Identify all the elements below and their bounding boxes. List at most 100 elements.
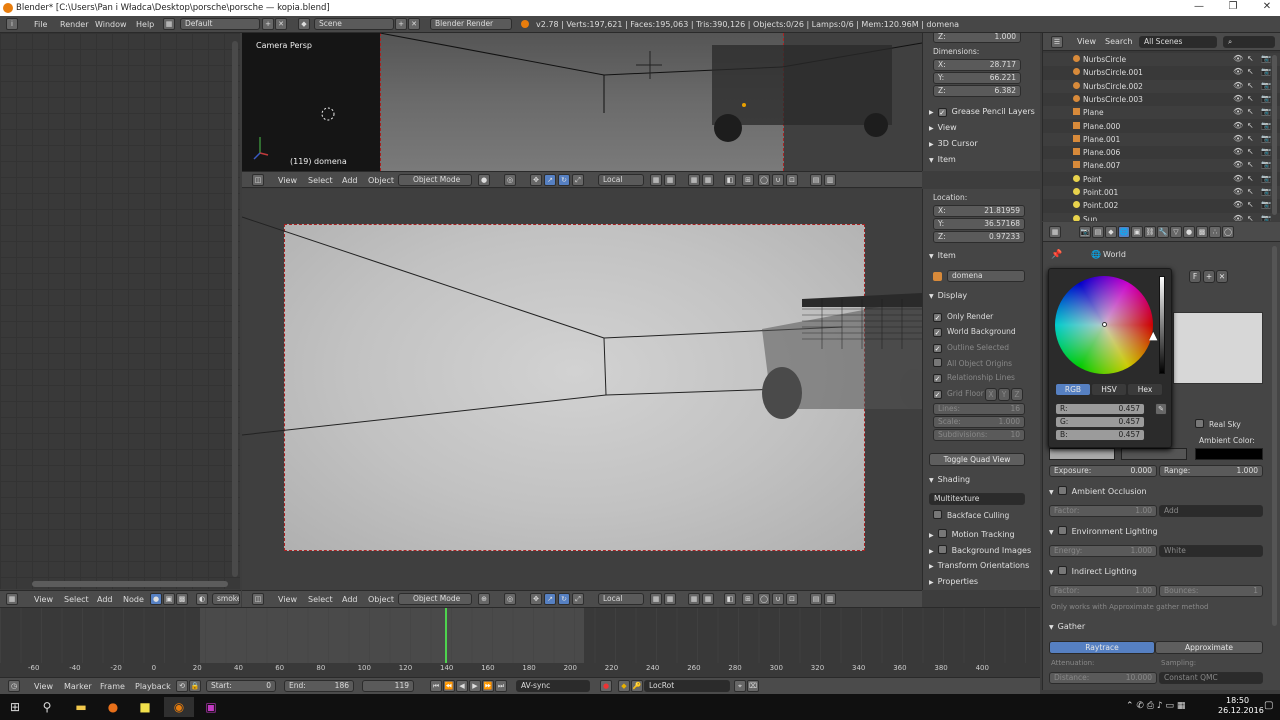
minimize-button[interactable]: — — [1192, 1, 1206, 15]
world-tab-icon[interactable]: 🌐 — [1118, 226, 1130, 238]
layout-icon[interactable]: ▦ — [163, 18, 175, 30]
env-energy-field[interactable]: Energy: 1.000 — [1049, 545, 1157, 557]
manipulator-icon[interactable]: ✥ — [530, 593, 542, 605]
editor-type-icon[interactable]: ◷ — [8, 680, 20, 692]
proportional-icon[interactable]: ◯ — [758, 174, 770, 186]
start-frame-field[interactable]: Start: 0 — [206, 680, 276, 692]
ind-factor-field[interactable]: Factor: 1.00 — [1049, 585, 1157, 597]
tray-icons[interactable]: ⌃ ✆ ⎙ ♪ ▭ ▦ — [1126, 701, 1185, 711]
layers-icon-4[interactable]: ▦ — [702, 593, 714, 605]
location-z-field[interactable]: Z: 0.97233 — [933, 231, 1025, 243]
selectable-icon[interactable]: ↖ — [1247, 147, 1254, 156]
outliner-row[interactable]: Plane.000 👁 ↖ 📷 — [1043, 120, 1280, 133]
snap-icon[interactable]: ⊞ — [742, 174, 754, 186]
editor-type-icon[interactable]: ▦ — [6, 593, 18, 605]
visibility-eye-icon[interactable]: 👁 — [1233, 54, 1243, 63]
particles-tab-icon[interactable]: ∴ — [1209, 226, 1221, 238]
fake-user-button[interactable]: F — [1189, 270, 1201, 283]
visibility-eye-icon[interactable]: 👁 — [1233, 160, 1243, 169]
render-layer-icon[interactable]: ◧ — [724, 593, 736, 605]
outliner-row[interactable]: NurbsCircle 👁 ↖ 📷 — [1043, 53, 1280, 66]
menu-view[interactable]: View — [34, 595, 53, 604]
dimension-z-field[interactable]: Z: 6.382 — [933, 85, 1021, 97]
material-field[interactable]: smoke — [212, 593, 240, 605]
picker-mode-rgb[interactable]: RGB — [1055, 383, 1091, 396]
play-icon[interactable]: ▶ — [469, 680, 481, 692]
play-reverse-icon[interactable]: ◀ — [456, 680, 468, 692]
section-indirect-lighting[interactable]: ▼ Indirect Lighting — [1049, 566, 1137, 576]
menu-select[interactable]: Select — [308, 595, 333, 604]
editor-type-icon[interactable]: ▦ — [1049, 226, 1061, 238]
picker-mode-hsv[interactable]: HSV — [1091, 383, 1127, 396]
backface-culling-checkbox[interactable]: Backface Culling — [933, 510, 1009, 520]
renderable-icon[interactable]: 📷 — [1261, 160, 1271, 169]
sync-select[interactable]: AV-sync — [516, 680, 590, 692]
opengl-render-icon[interactable]: ▤ — [810, 174, 822, 186]
section-transform-orientations[interactable]: ▶ Transform Orientations — [929, 561, 1029, 570]
menu-search[interactable]: Search — [1105, 37, 1132, 46]
selectable-icon[interactable]: ↖ — [1247, 121, 1254, 130]
editor-type-icon[interactable]: ◫ — [252, 593, 264, 605]
visibility-eye-icon[interactable]: 👁 — [1233, 94, 1243, 103]
outliner-row[interactable]: Plane.007 👁 ↖ 📷 — [1043, 159, 1280, 173]
viewport-camera[interactable]: Camera Persp (119) domena — [242, 33, 922, 171]
opengl-anim-icon[interactable]: ▥ — [824, 593, 836, 605]
selectable-icon[interactable]: ↖ — [1247, 81, 1254, 90]
selectable-icon[interactable]: ↖ — [1247, 94, 1254, 103]
keying-set-select[interactable]: LocRot — [644, 680, 730, 692]
editor-type-icon[interactable]: ◫ — [252, 174, 264, 186]
orientation-select[interactable]: Local — [598, 593, 644, 605]
clock-time[interactable]: 18:50 — [1226, 696, 1249, 705]
viewport-main[interactable] — [242, 189, 922, 590]
search-input[interactable]: ⌕ — [1223, 36, 1275, 48]
outliner-scrollbar[interactable] — [1272, 55, 1277, 215]
rotate-icon[interactable]: ↻ — [558, 593, 570, 605]
menu-add[interactable]: Add — [342, 176, 358, 185]
scene-add-icon[interactable]: + — [395, 18, 407, 30]
visibility-eye-icon[interactable]: 👁 — [1233, 67, 1243, 76]
snap-icon[interactable]: ⊞ — [742, 593, 754, 605]
shading-icon[interactable]: ● — [478, 174, 490, 186]
time-lock-icon[interactable]: 🔒 — [189, 680, 201, 692]
menu-add[interactable]: Add — [342, 595, 358, 604]
only-render-checkbox[interactable]: ✓ Only Render — [933, 312, 993, 322]
outliner-row[interactable]: Point.002 👁 ↖ 📷 — [1043, 199, 1280, 212]
render-layers-tab-icon[interactable]: ▤ — [1092, 226, 1104, 238]
outline-selected-checkbox[interactable]: ✓ Outline Selected — [933, 343, 1009, 353]
visibility-eye-icon[interactable]: 👁 — [1233, 107, 1243, 116]
blender-taskbar-icon[interactable]: ◉ — [164, 697, 194, 717]
visibility-eye-icon[interactable]: 👁 — [1233, 81, 1243, 90]
grid-floor-checkbox[interactable]: ✓ Grid Floor — [933, 389, 984, 399]
zenith-color-swatch[interactable] — [1121, 448, 1187, 460]
section-gather[interactable]: ▼ Gather — [1049, 622, 1085, 631]
menu-object[interactable]: Object — [368, 595, 394, 604]
opengl-render-icon[interactable]: ▤ — [810, 593, 822, 605]
sampling-mode-select[interactable]: Constant QMC — [1159, 672, 1263, 684]
layers-icon-3[interactable]: ▦ — [688, 174, 700, 186]
outliner-row[interactable]: Point.001 👁 ↖ 📷 — [1043, 186, 1280, 199]
horizon-color-swatch[interactable] — [1049, 448, 1115, 460]
firefox-icon[interactable]: ● — [98, 697, 128, 717]
scene-tab-icon[interactable]: ◆ — [1105, 226, 1117, 238]
menu-view[interactable]: View — [278, 595, 297, 604]
grid-scale-field[interactable]: Scale: 1.000 — [933, 416, 1025, 428]
section-display[interactable]: ▼ Display — [929, 291, 967, 300]
object-name-field[interactable]: domena — [947, 270, 1025, 282]
delete-keyframe-icon[interactable]: ⌧ — [747, 680, 759, 692]
visibility-eye-icon[interactable]: 👁 — [1233, 214, 1243, 221]
layers-icon[interactable]: ▦ — [650, 174, 662, 186]
section-item[interactable]: ▼ Item — [929, 155, 956, 164]
renderable-icon[interactable]: 📷 — [1261, 94, 1271, 103]
orientation-select[interactable]: Local — [598, 174, 644, 186]
section-environment-lighting[interactable]: ▼ Environment Lighting — [1049, 526, 1158, 536]
new-world-button[interactable]: + — [1203, 270, 1215, 283]
menu-marker[interactable]: Marker — [64, 682, 92, 691]
renderable-icon[interactable]: 📷 — [1261, 121, 1271, 130]
gather-raytrace-button[interactable]: Raytrace — [1049, 641, 1155, 654]
section-motion-tracking[interactable]: ▶ Motion Tracking — [929, 529, 1015, 539]
jump-start-icon[interactable]: ⏮ — [430, 680, 442, 692]
menu-select[interactable]: Select — [308, 176, 333, 185]
renderable-icon[interactable]: 📷 — [1261, 200, 1271, 209]
app-taskbar-icon[interactable]: ▣ — [196, 697, 226, 717]
toggle-quad-view-button[interactable]: Toggle Quad View — [929, 453, 1025, 466]
